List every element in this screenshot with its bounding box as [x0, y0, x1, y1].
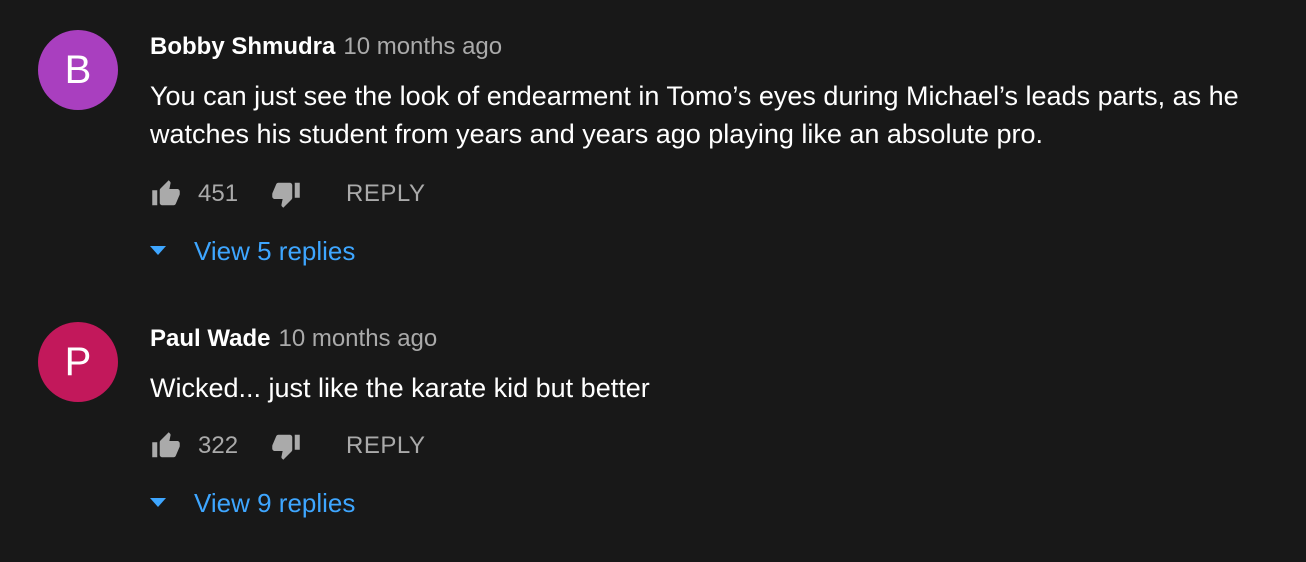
dislike-button[interactable]: [270, 178, 302, 210]
like-count: 322: [198, 432, 239, 459]
author-name[interactable]: Paul Wade: [150, 325, 270, 352]
avatar-letter: P: [64, 339, 92, 384]
comment-header: Bobby Shmudra 10 months ago: [150, 33, 502, 61]
comment-actions: 451 REPLY: [150, 176, 425, 212]
view-replies-label: View 5 replies: [194, 235, 356, 266]
dislike-button[interactable]: [270, 430, 302, 462]
reply-button[interactable]: REPLY: [346, 432, 425, 460]
avatar-letter: B: [64, 47, 92, 92]
avatar[interactable]: B: [38, 30, 118, 110]
like-count: 451: [198, 180, 239, 207]
thumb-down-icon: [272, 434, 300, 460]
comment-header: Paul Wade 10 months ago: [150, 325, 437, 353]
comment-actions: 322 REPLY: [150, 428, 425, 464]
comment-text: You can just see the look of endearment …: [150, 81, 1239, 149]
comment-text: Wicked... just like the karate kid but b…: [150, 373, 650, 403]
avatar[interactable]: P: [38, 322, 118, 402]
view-replies-label: View 9 replies: [194, 487, 356, 518]
thumb-up-icon: [152, 432, 180, 458]
author-name[interactable]: Bobby Shmudra: [150, 33, 335, 60]
caret-down-icon: [146, 239, 170, 263]
reply-button[interactable]: REPLY: [346, 180, 425, 208]
like-button[interactable]: [150, 430, 182, 462]
view-replies-button[interactable]: View 5 replies: [146, 233, 355, 269]
caret-down-icon: [146, 491, 170, 515]
thumb-up-icon: [152, 180, 180, 206]
view-replies-button[interactable]: View 9 replies: [146, 485, 355, 521]
thumb-down-icon: [272, 182, 300, 208]
comment-timestamp[interactable]: 10 months ago: [343, 33, 502, 60]
like-button[interactable]: [150, 178, 182, 210]
comment-timestamp[interactable]: 10 months ago: [278, 325, 437, 352]
